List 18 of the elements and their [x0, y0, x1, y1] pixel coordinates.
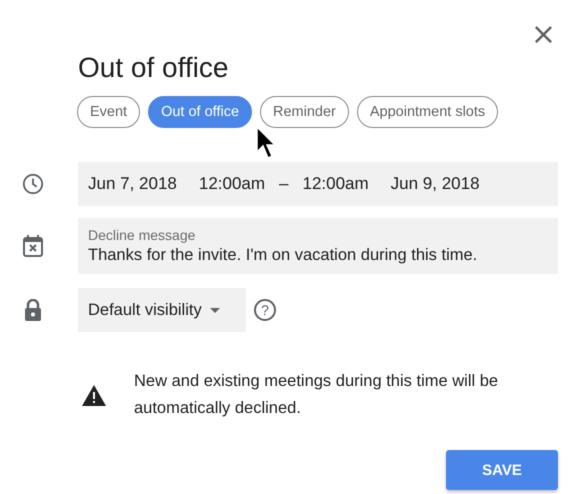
end-time[interactable]: 12:00am: [302, 174, 369, 194]
start-time[interactable]: 12:00am: [198, 174, 266, 194]
close-button[interactable]: ×: [528, 22, 558, 48]
type-tab[interactable]: Appointment slots: [356, 96, 498, 128]
range-dash: –: [279, 174, 288, 194]
type-tab[interactable]: Out of office: [148, 96, 252, 128]
start-date[interactable]: Jun 7, 2018: [88, 174, 177, 194]
save-button[interactable]: SAVE: [446, 450, 558, 490]
warning-message: New and existing meetings during this time will be automatically declined.: [134, 371, 500, 419]
help-button[interactable]: ?: [254, 299, 276, 321]
end-date[interactable]: Jun 9, 2018: [390, 174, 480, 194]
type-tab[interactable]: Event: [77, 96, 140, 128]
type-tab[interactable]: Reminder: [260, 96, 349, 128]
decline-message-field[interactable]: Decline message Thanks for the invite. I'm on vacation during this time.: [78, 218, 558, 274]
dialog-title: Out of office: [78, 52, 230, 84]
field-label: Decline message: [88, 227, 196, 243]
field-value: Thanks for the invite. I'm on vacation during this time.: [88, 246, 478, 265]
visibility-dropdown[interactable]: Default visibility: [78, 288, 246, 332]
